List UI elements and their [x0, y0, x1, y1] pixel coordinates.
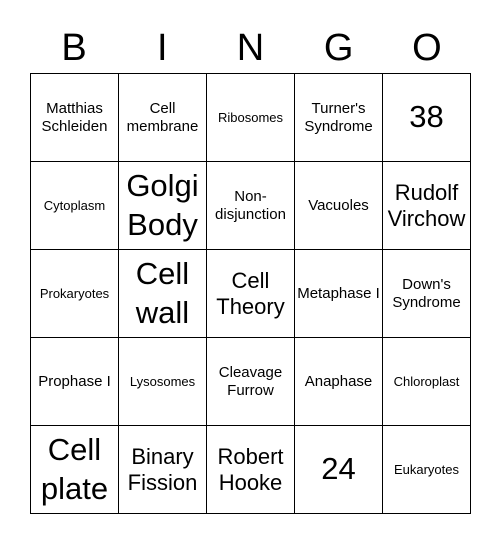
bingo-cell[interactable]: Ribosomes	[207, 74, 295, 162]
bingo-cell[interactable]: 24	[295, 426, 383, 514]
bingo-cell[interactable]: Lysosomes	[119, 338, 207, 426]
bingo-cell[interactable]: Eukaryotes	[383, 426, 471, 514]
bingo-cell[interactable]: Prophase I	[31, 338, 119, 426]
bingo-cell[interactable]: Vacuoles	[295, 162, 383, 250]
header-letter-n: N	[236, 27, 265, 69]
bingo-cell[interactable]: Robert Hooke	[207, 426, 295, 514]
bingo-cell[interactable]: Cytoplasm	[31, 162, 119, 250]
bingo-cell[interactable]: 38	[383, 74, 471, 162]
bingo-cell[interactable]: Chloroplast	[383, 338, 471, 426]
bingo-cell[interactable]: Prokaryotes	[31, 250, 119, 338]
header-letter-o: O	[412, 27, 442, 69]
header-letter-i: I	[157, 27, 168, 69]
bingo-cell[interactable]: Cleavage Furrow	[207, 338, 295, 426]
header-letter-b: B	[61, 27, 87, 69]
bingo-cell[interactable]: Anaphase	[295, 338, 383, 426]
bingo-cell[interactable]: Cell wall	[119, 250, 207, 338]
bingo-cell[interactable]: Rudolf Virchow	[383, 162, 471, 250]
bingo-header: B I N G O	[30, 22, 471, 74]
bingo-cell[interactable]: Golgi Body	[119, 162, 207, 250]
bingo-cell[interactable]: Matthias Schleiden	[31, 74, 119, 162]
bingo-cell[interactable]: Metaphase I	[295, 250, 383, 338]
header-letter-g: G	[323, 27, 354, 69]
bingo-cell[interactable]: Cell Theory	[207, 250, 295, 338]
bingo-cell[interactable]: Non-disjunction	[207, 162, 295, 250]
bingo-grid: Matthias Schleiden Cell membrane Ribosomes…	[30, 73, 471, 514]
bingo-cell[interactable]: Turner's Syndrome	[295, 74, 383, 162]
bingo-cell[interactable]: Cell membrane	[119, 74, 207, 162]
bingo-cell[interactable]: Binary Fission	[119, 426, 207, 514]
bingo-cell[interactable]: Cell plate	[31, 426, 119, 514]
bingo-cell[interactable]: Down's Syndrome	[383, 250, 471, 338]
